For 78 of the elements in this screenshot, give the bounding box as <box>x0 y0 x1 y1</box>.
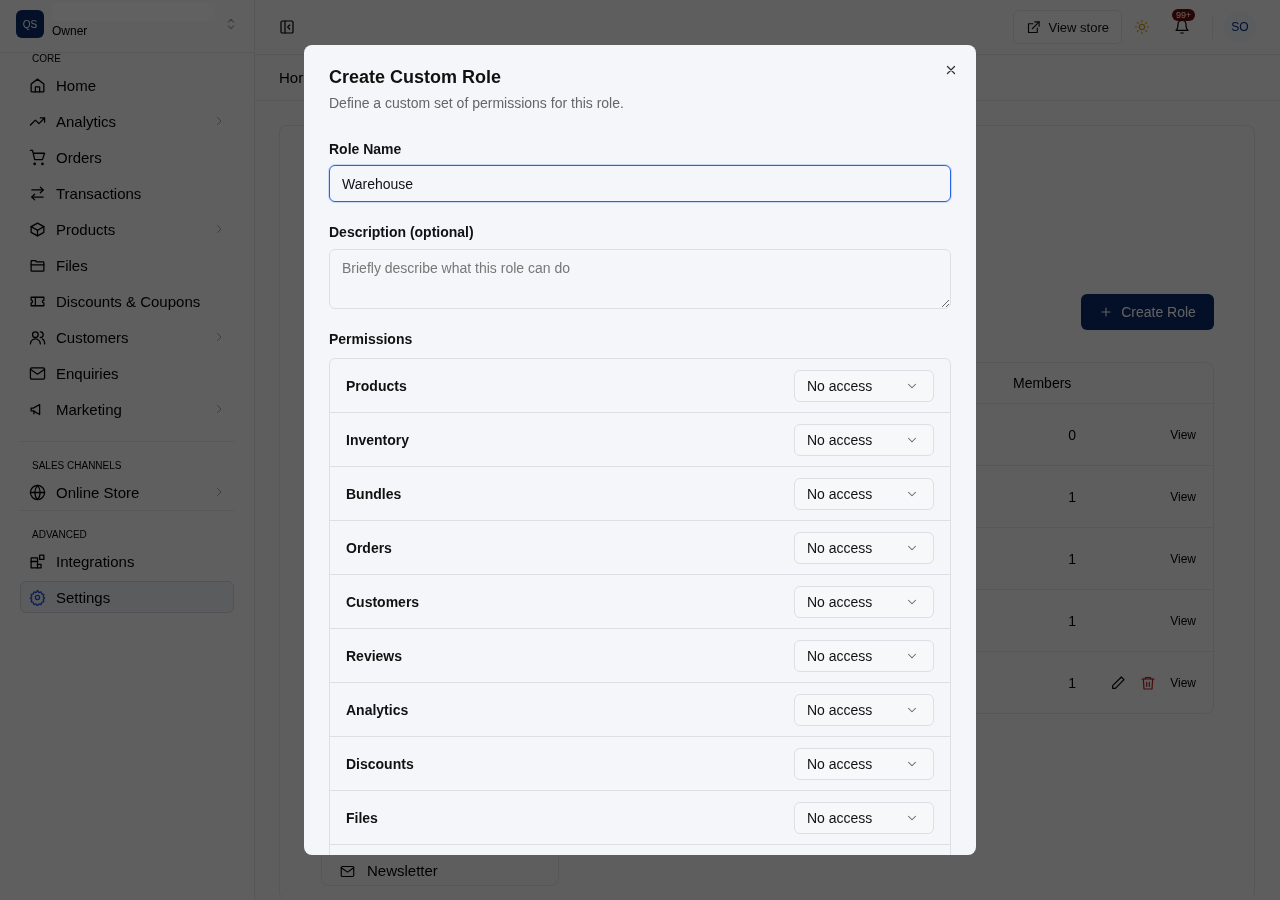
view-link[interactable]: View <box>1170 675 1196 690</box>
users-icon <box>29 328 46 346</box>
field-label: Role Name <box>329 141 403 157</box>
external-link-icon <box>1025 19 1041 35</box>
access-select[interactable]: No access <box>794 531 934 564</box>
permission-name: Inventory <box>346 431 409 448</box>
permission-name: Discounts <box>346 755 414 772</box>
sun-icon[interactable] <box>1134 19 1150 35</box>
dialog-subtitle: Define a custom set of permissions for this role. <box>329 95 625 111</box>
permission-name: Products <box>346 377 407 394</box>
access-select[interactable]: No access <box>794 477 934 510</box>
close-icon <box>944 63 958 77</box>
section-label: SALES CHANNELS <box>31 460 123 473</box>
description-field[interactable]: Briefly describe what this role can do <box>329 249 951 309</box>
bell-icon[interactable] <box>1174 19 1190 35</box>
notification-badge: 99+ <box>1172 9 1196 21</box>
cart-icon <box>29 148 46 166</box>
sidebar-item[interactable]: Transactions <box>20 177 234 209</box>
access-select[interactable]: No access <box>794 639 934 672</box>
globe-icon <box>29 483 46 501</box>
create-role-button[interactable]: Create Role <box>1081 294 1214 330</box>
view-link[interactable]: View <box>1170 489 1196 504</box>
view-link[interactable]: View <box>1170 427 1196 442</box>
sidebar-item[interactable]: Integrations <box>20 545 234 577</box>
field-label: Description (optional) <box>329 224 475 240</box>
permission-name: Reviews <box>346 647 403 664</box>
permission-name: Orders <box>346 539 392 556</box>
sidebar-item[interactable]: Marketing <box>20 393 234 425</box>
sidebar-item[interactable]: Files <box>20 249 234 281</box>
sidebar-item[interactable]: Home <box>20 69 234 101</box>
sidebar-item[interactable]: Products <box>20 213 234 245</box>
sidebar-item[interactable]: Enquiries <box>20 357 234 389</box>
section-label: ADVANCED <box>31 529 88 542</box>
breadcrumb[interactable]: Hor <box>279 69 304 86</box>
access-select[interactable]: No access <box>794 369 934 402</box>
view-store-button[interactable]: View store <box>1012 10 1122 44</box>
permission-name: Bundles <box>346 485 402 502</box>
pencil-icon[interactable] <box>1110 674 1127 691</box>
view-link[interactable]: View <box>1170 613 1196 628</box>
view-link[interactable]: View <box>1170 551 1196 566</box>
sidebar-item[interactable]: Online Store <box>20 476 234 508</box>
table-cell-text: 1 <box>1067 550 1077 567</box>
sidebar-item[interactable]: Customers <box>20 321 234 353</box>
sidebar-item[interactable]: Orders <box>20 141 234 173</box>
sidebar-toggle-icon[interactable] <box>279 19 295 35</box>
swap-arrows-icon <box>29 184 46 202</box>
package-icon <box>29 220 46 238</box>
role-name-field[interactable]: Warehouse <box>329 165 951 202</box>
trash-icon[interactable] <box>1140 674 1157 691</box>
dialog-title: Create Custom Role <box>329 67 503 89</box>
close-button[interactable] <box>944 63 958 77</box>
access-select[interactable]: No access <box>794 693 934 726</box>
table-cell-text: 1 <box>1067 674 1077 691</box>
access-select[interactable]: No access <box>794 585 934 618</box>
section-label: Permissions <box>329 331 414 347</box>
table-cell-text: 0 <box>1067 426 1077 443</box>
home-icon <box>29 76 46 94</box>
permission-name: Analytics <box>346 701 409 718</box>
nav-label: Newsletter <box>367 862 438 879</box>
table-cell-text: 1 <box>1067 488 1077 505</box>
access-select[interactable]: No access <box>794 747 934 780</box>
sidebar-item[interactable]: Analytics <box>20 105 234 137</box>
access-select[interactable]: No access <box>794 801 934 834</box>
settings-icon <box>29 588 46 606</box>
store-logo[interactable]: QS <box>16 10 44 38</box>
sidebar-item[interactable]: Settings <box>20 581 234 613</box>
user-role: Owner <box>52 23 89 38</box>
plus-icon <box>1099 305 1114 319</box>
mail-icon <box>340 864 355 879</box>
access-select[interactable]: No access <box>794 423 934 456</box>
permission-name: Customers <box>346 593 420 610</box>
mail-icon <box>29 364 46 382</box>
column-header: Members <box>1012 375 1073 391</box>
table-cell-text: 1 <box>1067 612 1077 629</box>
blocks-icon <box>29 552 46 570</box>
permission-name: Files <box>346 809 378 826</box>
sidebar-item[interactable]: Discounts & Coupons <box>20 285 234 317</box>
section-label: CORE <box>31 53 62 66</box>
